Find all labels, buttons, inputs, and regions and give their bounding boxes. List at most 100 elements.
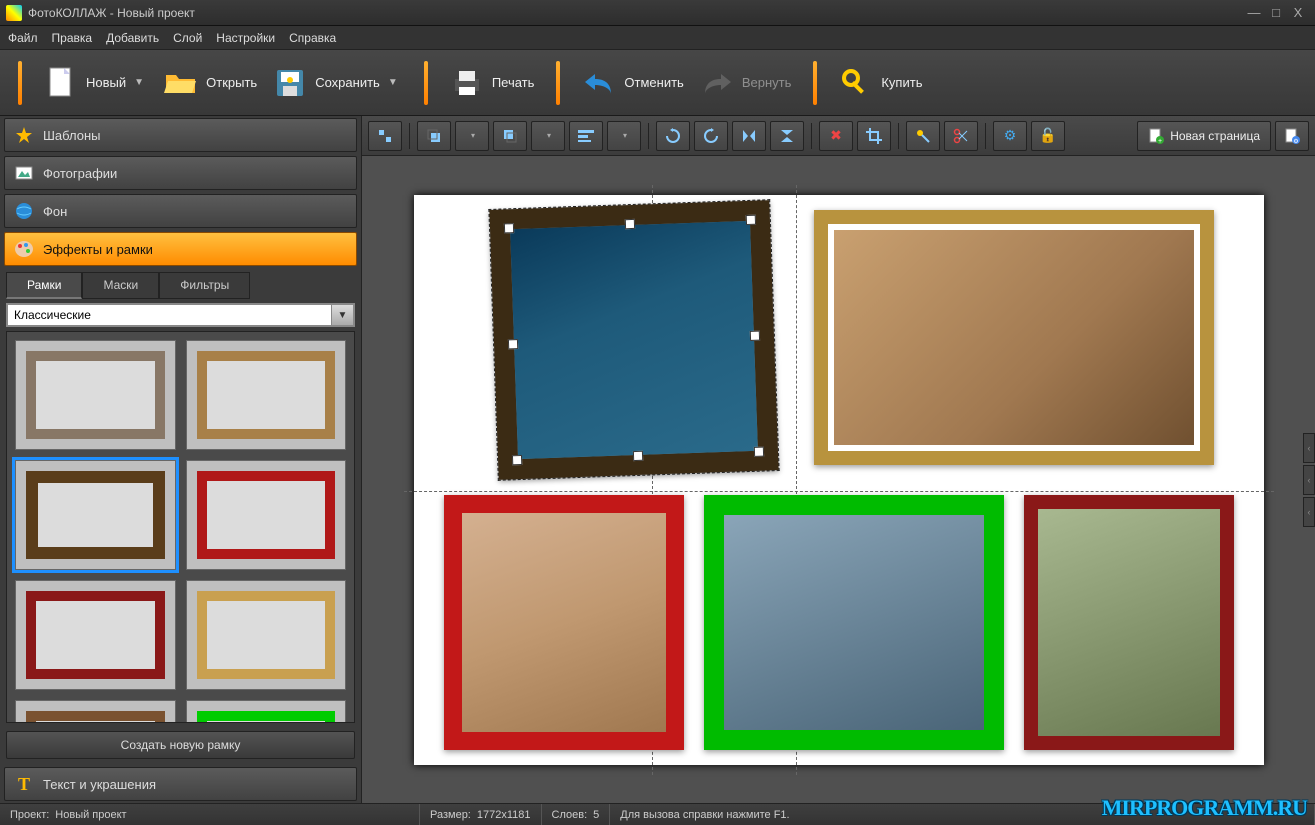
send-backward-icon[interactable] — [493, 121, 527, 151]
palette-icon — [13, 238, 35, 260]
canvas-toolbar: ✖ ⚙ 🔓 + Новая страница ⚙ — [362, 116, 1315, 156]
redo-icon — [700, 66, 734, 100]
menu-layer[interactable]: Слой — [173, 31, 202, 45]
canvas-viewport[interactable]: ‹ ‹ ‹ — [362, 156, 1315, 803]
panel-toggle-tabs: ‹ ‹ ‹ — [1303, 433, 1315, 527]
tab-filters[interactable]: Фильтры — [159, 272, 250, 299]
window-title: ФотоКОЛЛАЖ - Новый проект — [28, 6, 1243, 20]
effects-tabs: Рамки Маски Фильтры — [6, 272, 355, 299]
photo-frame[interactable] — [444, 495, 684, 750]
lock-icon[interactable]: 🔓 — [1031, 121, 1065, 151]
close-button[interactable]: X — [1287, 4, 1309, 22]
create-frame-button[interactable]: Создать новую рамку — [6, 731, 355, 759]
crop-icon[interactable] — [857, 121, 891, 151]
photo-content — [462, 513, 666, 732]
frame-thumb[interactable] — [186, 340, 347, 450]
sidebar-templates[interactable]: Шаблоны — [4, 118, 357, 152]
photo-frame-selected[interactable] — [489, 200, 778, 480]
menu-settings[interactable]: Настройки — [216, 31, 275, 45]
menu-help[interactable]: Справка — [289, 31, 336, 45]
scissors-icon[interactable] — [944, 121, 978, 151]
frame-thumb[interactable] — [186, 580, 347, 690]
status-project: Проект: Новый проект — [0, 804, 420, 825]
chevron-down-icon[interactable]: ▼ — [331, 305, 353, 325]
app-icon — [6, 5, 22, 21]
new-button[interactable]: Новый ▼ — [36, 62, 156, 104]
photo-frame[interactable] — [704, 495, 1004, 750]
flip-horizontal-icon[interactable] — [732, 121, 766, 151]
page-add-icon: + — [1148, 128, 1164, 144]
undo-button[interactable]: Отменить — [574, 62, 691, 104]
rotate-left-icon[interactable] — [656, 121, 690, 151]
minimize-button[interactable]: — — [1243, 4, 1265, 22]
canvas-area: ✖ ⚙ 🔓 + Новая страница ⚙ — [362, 116, 1315, 803]
menu-add[interactable]: Добавить — [106, 31, 159, 45]
guide-horizontal — [404, 491, 1274, 492]
bring-forward-icon[interactable] — [417, 121, 451, 151]
new-page-button[interactable]: + Новая страница — [1137, 121, 1271, 151]
printer-icon — [450, 66, 484, 100]
panel-tab[interactable]: ‹ — [1303, 465, 1315, 495]
panel-tab[interactable]: ‹ — [1303, 433, 1315, 463]
redo-button[interactable]: Вернуть — [692, 62, 800, 104]
frame-thumb[interactable] — [15, 580, 176, 690]
status-size: Размер: 1772х1181 — [420, 804, 542, 825]
photo-content — [724, 515, 984, 730]
frame-thumb[interactable] — [15, 700, 176, 723]
svg-text:⚙: ⚙ — [1293, 138, 1298, 144]
rotate-right-icon[interactable] — [694, 121, 728, 151]
status-layers: Слоев: 5 — [542, 804, 611, 825]
delete-icon[interactable]: ✖ — [819, 121, 853, 151]
maximize-button[interactable]: □ — [1265, 4, 1287, 22]
tab-masks[interactable]: Маски — [82, 272, 159, 299]
open-button[interactable]: Открыть — [156, 62, 265, 104]
sidebar: Шаблоны Фотографии Фон Эффекты и рамки Р… — [0, 116, 362, 803]
frames-list — [6, 331, 355, 723]
frame-thumb[interactable] — [15, 340, 176, 450]
canvas[interactable] — [414, 195, 1264, 765]
page-settings-icon[interactable]: ⚙ — [1275, 121, 1309, 151]
sidebar-effects[interactable]: Эффекты и рамки — [4, 232, 357, 266]
photo-content — [828, 224, 1200, 451]
new-file-icon — [44, 66, 78, 100]
undo-icon — [582, 66, 616, 100]
select-tool-icon[interactable] — [368, 121, 402, 151]
text-icon: T — [13, 773, 35, 795]
status-hint: Для вызова справки нажмите F1. — [610, 804, 1315, 825]
photo-frame[interactable] — [1024, 495, 1234, 750]
toolbar-separator — [424, 61, 428, 105]
sidebar-text-decor[interactable]: T Текст и украшения — [4, 767, 357, 801]
buy-button[interactable]: Купить — [831, 62, 930, 104]
dropdown-icon[interactable]: ▼ — [388, 77, 402, 88]
menu-file[interactable]: Файл — [8, 31, 38, 45]
gear-icon[interactable]: ⚙ — [993, 121, 1027, 151]
photo-frame[interactable] — [814, 210, 1214, 465]
photo-content — [510, 220, 758, 458]
dropdown-icon[interactable]: ▼ — [134, 77, 148, 88]
send-backward-dropdown[interactable] — [531, 121, 565, 151]
toolbar-separator — [813, 61, 817, 105]
main-toolbar: Новый ▼ Открыть Сохранить ▼ Печать Отмен… — [0, 50, 1315, 116]
align-dropdown[interactable] — [607, 121, 641, 151]
panel-tab[interactable]: ‹ — [1303, 497, 1315, 527]
magic-wand-icon[interactable] — [906, 121, 940, 151]
toolbar-separator — [556, 61, 560, 105]
frame-category-dropdown[interactable]: Классические ▼ — [6, 303, 355, 327]
bring-forward-dropdown[interactable] — [455, 121, 489, 151]
flip-vertical-icon[interactable] — [770, 121, 804, 151]
menu-edit[interactable]: Правка — [52, 31, 93, 45]
align-icon[interactable] — [569, 121, 603, 151]
save-button[interactable]: Сохранить ▼ — [265, 62, 410, 104]
svg-text:+: + — [1158, 138, 1162, 144]
tab-frames[interactable]: Рамки — [6, 272, 82, 299]
frame-thumb-selected[interactable] — [15, 460, 176, 570]
key-icon — [839, 66, 873, 100]
menubar: Файл Правка Добавить Слой Настройки Спра… — [0, 26, 1315, 50]
frame-thumb[interactable] — [186, 460, 347, 570]
frame-thumb[interactable] — [186, 700, 347, 723]
photo-icon — [13, 162, 35, 184]
statusbar: Проект: Новый проект Размер: 1772х1181 С… — [0, 803, 1315, 825]
sidebar-photos[interactable]: Фотографии — [4, 156, 357, 190]
print-button[interactable]: Печать — [442, 62, 543, 104]
sidebar-background[interactable]: Фон — [4, 194, 357, 228]
